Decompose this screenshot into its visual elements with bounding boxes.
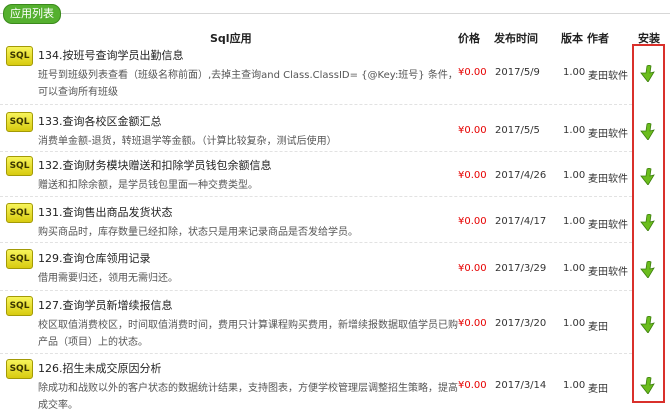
app-title[interactable]: 127.查询学员新增续报信息 bbox=[38, 297, 173, 313]
app-author: 麦田软件 bbox=[588, 267, 628, 278]
app-description: 消费单金额-退货，转班退学等金额。（计算比较复杂，测试后使用） bbox=[38, 136, 337, 147]
app-author: 麦田软件 bbox=[588, 174, 628, 185]
app-description: 购买商品时，库存数量已经扣除，状态只是用来记录商品是否发给学员。 bbox=[38, 227, 358, 238]
app-row: SQL 131.查询售出商品发货状态 购买商品时，库存数量已经扣除，状态只是用来… bbox=[0, 203, 670, 241]
tab-app-list[interactable]: 应用列表 bbox=[3, 4, 61, 24]
app-date: 2017/4/17 bbox=[495, 216, 547, 227]
app-row: SQL 126.招生未成交原因分析 除成功和战败以外的客户状态的数据统计结果，支… bbox=[0, 359, 670, 415]
app-author: 麦田 bbox=[588, 384, 608, 395]
row-divider bbox=[0, 290, 632, 291]
app-row: SQL 134.按班号查询学员出勤信息 班号到班级列表查看（班级名称前面）,去掉… bbox=[0, 46, 670, 98]
app-author: 麦田软件 bbox=[588, 220, 628, 231]
app-price: ¥0.00 bbox=[458, 170, 487, 181]
app-date: 2017/4/26 bbox=[495, 170, 547, 181]
app-row: SQL 127.查询学员新增续报信息 校区取值消费校区，时间取值消费时间，费用只… bbox=[0, 296, 670, 352]
app-price: ¥0.00 bbox=[458, 318, 487, 329]
app-date: 2017/5/5 bbox=[495, 125, 540, 136]
app-title[interactable]: 134.按班号查询学员出勤信息 bbox=[38, 47, 184, 63]
app-title[interactable]: 132.查询财务模块赠送和扣除学员钱包余额信息 bbox=[38, 157, 272, 173]
app-row: SQL 132.查询财务模块赠送和扣除学员钱包余额信息 赠送和扣除余额，是学员钱… bbox=[0, 156, 670, 194]
app-author: 麦田软件 bbox=[588, 129, 628, 140]
sql-icon: SQL bbox=[6, 249, 33, 269]
row-divider bbox=[0, 104, 632, 105]
app-title[interactable]: 129.查询仓库领用记录 bbox=[38, 250, 151, 266]
app-title[interactable]: 131.查询售出商品发货状态 bbox=[38, 204, 173, 220]
app-price: ¥0.00 bbox=[458, 67, 487, 78]
app-description: 除成功和战败以外的客户状态的数据统计结果，支持图表，方便学校管理层调整招生策略，… bbox=[38, 383, 458, 411]
app-description: 班号到班级列表查看（班级名称前面）,去掉主查询and Class.ClassID… bbox=[38, 70, 458, 98]
column-header-price: 价格 bbox=[458, 32, 480, 45]
app-version: 1.00 bbox=[563, 318, 586, 329]
sql-icon: SQL bbox=[6, 359, 33, 379]
app-version: 1.00 bbox=[563, 125, 586, 136]
app-price: ¥0.00 bbox=[458, 263, 487, 274]
app-row: SQL 133.查询各校区金额汇总 消费单金额-退货，转班退学等金额。（计算比较… bbox=[0, 112, 670, 150]
column-header-version: 版本 bbox=[561, 32, 583, 45]
sql-icon: SQL bbox=[6, 112, 33, 132]
sql-icon: SQL bbox=[6, 296, 33, 316]
app-price: ¥0.00 bbox=[458, 125, 487, 136]
sql-icon: SQL bbox=[6, 156, 33, 176]
app-price: ¥0.00 bbox=[458, 216, 487, 227]
app-description: 赠送和扣除余额，是学员钱包里面一种交费类型。 bbox=[38, 180, 258, 191]
app-description: 校区取值消费校区，时间取值消费时间，费用只计算课程购买费用，新增续报数据取值学员… bbox=[38, 320, 458, 348]
app-title[interactable]: 133.查询各校区金额汇总 bbox=[38, 113, 162, 129]
row-divider bbox=[0, 151, 632, 152]
column-header-date: 发布时间 bbox=[494, 32, 538, 45]
app-date: 2017/3/29 bbox=[495, 263, 547, 274]
app-version: 1.00 bbox=[563, 170, 586, 181]
row-divider bbox=[0, 353, 632, 354]
install-column-highlight bbox=[632, 44, 665, 403]
column-header-app: Sql应用 bbox=[210, 32, 252, 45]
app-author: 麦田 bbox=[588, 322, 608, 333]
app-row: SQL 129.查询仓库领用记录 借用需要归还，领用无需归还。 ¥0.00 20… bbox=[0, 249, 670, 287]
tab-underline bbox=[0, 13, 670, 14]
app-version: 1.00 bbox=[563, 263, 586, 274]
column-header-author: 作者 bbox=[587, 32, 609, 45]
app-version: 1.00 bbox=[563, 380, 586, 391]
app-description: 借用需要归还，领用无需归还。 bbox=[38, 273, 178, 284]
app-version: 1.00 bbox=[563, 67, 586, 78]
app-date: 2017/3/20 bbox=[495, 318, 547, 329]
app-title[interactable]: 126.招生未成交原因分析 bbox=[38, 360, 162, 376]
row-divider bbox=[0, 196, 632, 197]
row-divider bbox=[0, 242, 632, 243]
app-date: 2017/3/14 bbox=[495, 380, 547, 391]
sql-icon: SQL bbox=[6, 203, 33, 223]
app-price: ¥0.00 bbox=[458, 380, 487, 391]
sql-icon: SQL bbox=[6, 46, 33, 66]
app-date: 2017/5/9 bbox=[495, 67, 540, 78]
app-version: 1.00 bbox=[563, 216, 586, 227]
app-author: 麦田软件 bbox=[588, 71, 628, 82]
